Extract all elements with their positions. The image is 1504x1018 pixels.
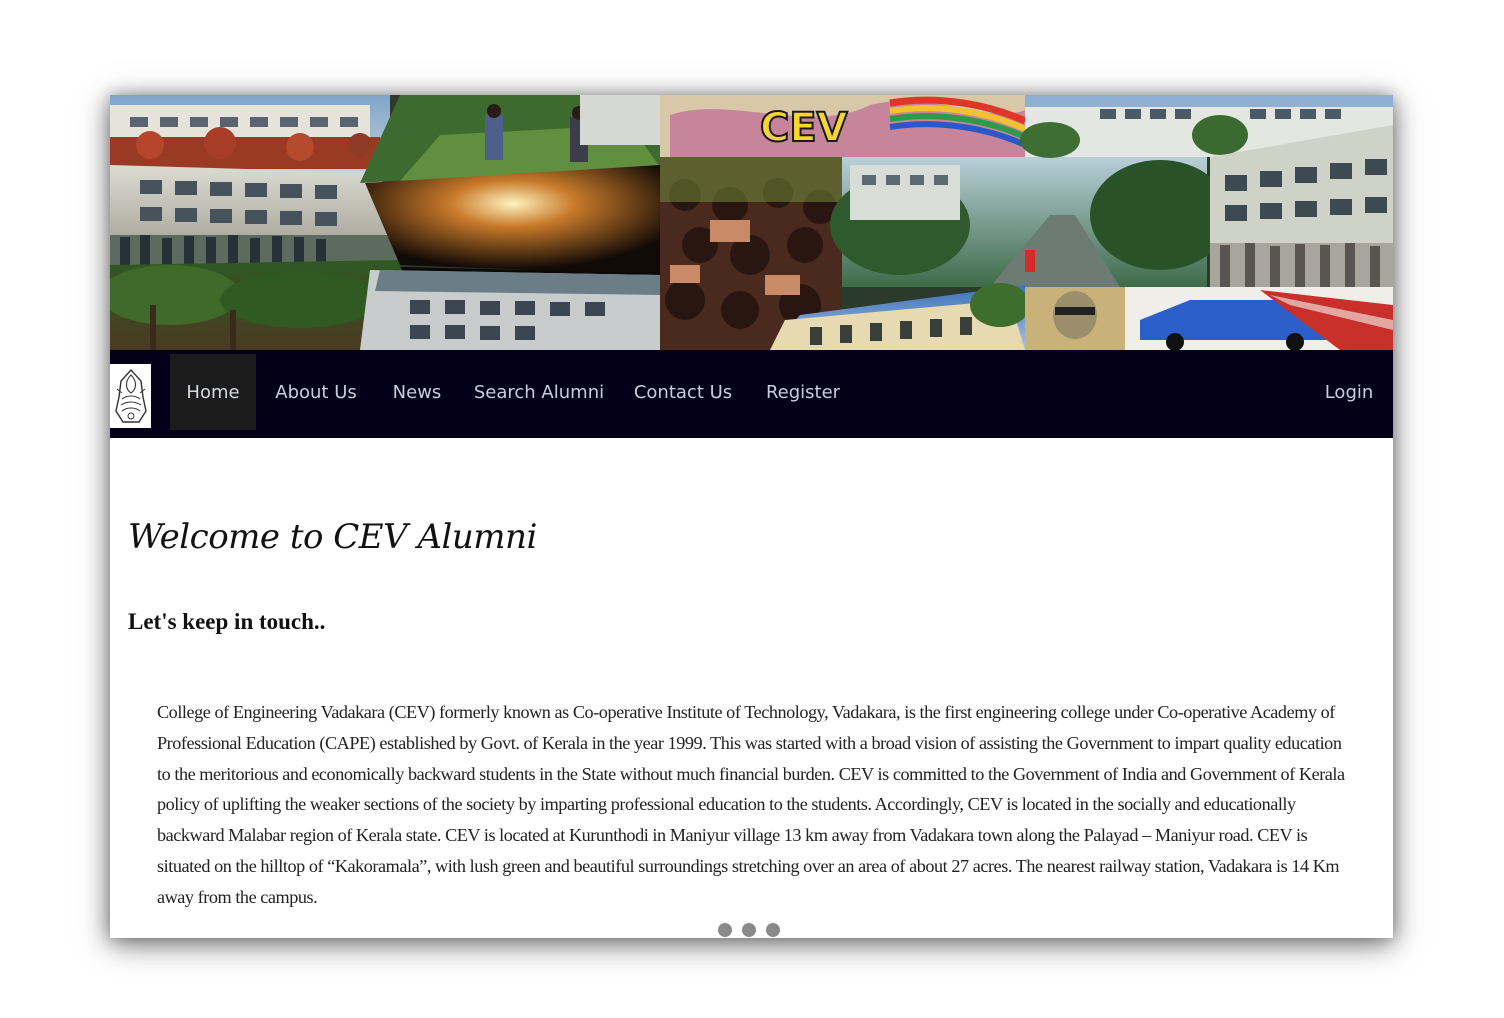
nav-contact-us[interactable]: Contact Us — [630, 354, 736, 430]
intro-paragraph: College of Engineering Vadakara (CEV) fo… — [157, 702, 1345, 907]
page-subtitle: Let's keep in touch.. — [128, 609, 326, 634]
page-title: Welcome to CEV Alumni — [128, 517, 537, 557]
main-navbar: Home About Us News Search Alumni Contact… — [110, 350, 1393, 438]
header-banner-collage: CEV — [110, 95, 1393, 350]
nav-home[interactable]: Home — [170, 354, 256, 430]
site-logo[interactable] — [110, 364, 151, 428]
nav-login[interactable]: Login — [1314, 354, 1384, 430]
nav-search-alumni[interactable]: Search Alumni — [472, 354, 606, 430]
nav-about-us[interactable]: About Us — [268, 354, 364, 430]
carousel-indicators — [718, 923, 780, 937]
carousel-dot[interactable] — [742, 923, 756, 937]
carousel-dot[interactable] — [718, 923, 732, 937]
college-emblem-icon — [114, 368, 147, 423]
carousel-dot[interactable] — [766, 923, 780, 937]
nav-news[interactable]: News — [386, 354, 448, 430]
nav-register[interactable]: Register — [760, 354, 846, 430]
page-frame: CEV Home About Us News Search Alumni Con… — [110, 95, 1393, 938]
banner-collage-image: CEV — [110, 95, 1393, 350]
banner-graffiti-text: CEV — [760, 105, 848, 151]
